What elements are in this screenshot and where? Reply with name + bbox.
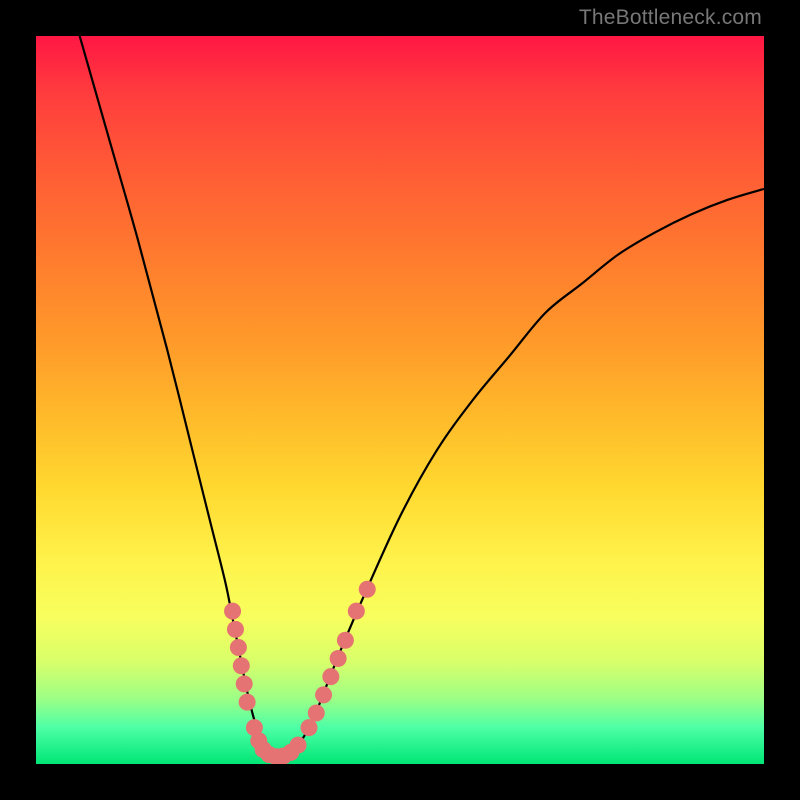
chart-frame: TheBottleneck.com: [0, 0, 800, 800]
data-marker: [359, 581, 376, 598]
data-marker: [233, 657, 250, 674]
data-marker: [236, 675, 253, 692]
data-marker: [230, 639, 247, 656]
primary-curve: [80, 36, 764, 757]
data-marker: [290, 737, 307, 754]
data-marker: [322, 668, 339, 685]
marker-layer: [224, 581, 376, 764]
data-marker: [308, 705, 325, 722]
data-marker: [330, 650, 347, 667]
data-marker: [301, 719, 318, 736]
data-marker: [337, 632, 354, 649]
data-marker: [348, 603, 365, 620]
data-marker: [224, 603, 241, 620]
data-marker: [315, 686, 332, 703]
plot-area: [36, 36, 764, 764]
chart-svg: [36, 36, 764, 764]
data-marker: [227, 621, 244, 638]
watermark-text: TheBottleneck.com: [579, 6, 762, 30]
data-marker: [239, 694, 256, 711]
